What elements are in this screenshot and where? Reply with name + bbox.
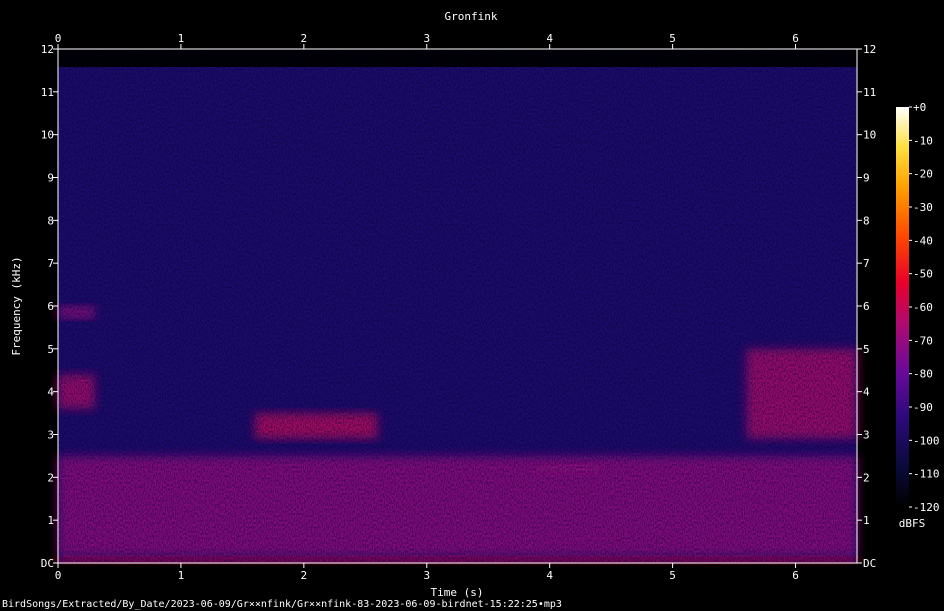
y-tick-label-right: 12 [863,43,876,56]
colorbar-ticks: +0 -10 -20 -30 -40 -50 -60 -70 -80 -90 -100 -110 -12… [909,101,940,514]
x-tick-label-top: 6 [792,32,799,45]
x-axis-label: Time (s) [431,586,484,599]
colorbar-tick-label: -100 [913,434,940,447]
colorbar-label: dBFS [899,517,926,530]
x-tick-label-top: 1 [178,32,185,45]
colorbar-tick-label: -80 [913,368,933,381]
y-tick-label-right: 5 [863,343,870,356]
x-tick-label: 0 [55,569,62,582]
y-tick-label: 7 [47,257,54,270]
plot-grain [58,49,857,563]
x-tick-label-top: 5 [669,32,676,45]
plot-area [57,48,858,564]
x-tick-label: 3 [423,569,430,582]
x-tick-label: 5 [669,569,676,582]
x-tick-label-top: 0 [55,32,62,45]
y-tick-label: 11 [41,86,54,99]
y-tick-label: 10 [41,129,54,142]
y-tick-label-right: 2 [863,471,870,484]
y-tick-label: DC [41,557,54,570]
x-tick-label: 2 [301,569,308,582]
file-path: BirdSongs/Extracted/By_Date/2023-06-09/G… [2,599,562,610]
y-axis-label: Frequency (kHz) [10,256,23,355]
y-tick-label-right: 10 [863,129,876,142]
colorbar-tick-label: -70 [913,334,933,347]
y-tick-label: 12 [41,43,54,56]
y-tick-label-right: 11 [863,86,876,99]
colorbar-tick-label: -50 [913,268,933,281]
y-tick-label: 5 [47,343,54,356]
x-tick-label-top: 4 [546,32,553,45]
chart-title: Gronfink [445,10,498,23]
x-tick-label-top: 2 [301,32,308,45]
y-tick-label-right: 8 [863,214,870,227]
y-tick-label-right: 7 [863,257,870,270]
colorbar-tick-label: -60 [913,301,933,314]
x-tick-label-top: 3 [423,32,430,45]
colorbar-tick-label: -20 [913,168,933,181]
y-tick-label: 6 [47,300,54,313]
y-tick-label: 2 [47,471,54,484]
colorbar-tick-label: +0 [913,101,926,114]
colorbar-tick-label: -120 [913,501,940,514]
y-tick-label-right: 9 [863,172,870,185]
y-tick-label-right: 6 [863,300,870,313]
y-tick-label: 9 [47,172,54,185]
spectrogram-figure: Gronfink 00112233445566 DC DC1 12 23 34 45 56 6… [2,10,940,610]
colorbar-tick-label: -90 [913,401,933,414]
colorbar: +0 -10 -20 -30 -40 -50 -60 -70 -80 -90 -100 -110 -12… [896,101,940,530]
y-tick-label: 8 [47,214,54,227]
x-tick-label: 6 [792,569,799,582]
y-tick-label: 3 [47,429,54,442]
y-tick-label: 1 [47,514,54,527]
colorbar-tick-label: -10 [913,134,933,147]
y-tick-label: 4 [47,386,54,399]
y-tick-label-right: 3 [863,429,870,442]
colorbar-gradient [896,107,909,507]
x-tick-label: 4 [546,569,553,582]
y-tick-label-right: 4 [863,386,870,399]
colorbar-tick-label: -40 [913,234,933,247]
y-tick-label-right: DC [863,557,876,570]
x-tick-label: 1 [178,569,185,582]
colorbar-tick-label: -110 [913,468,940,481]
y-tick-label-right: 1 [863,514,870,527]
colorbar-tick-label: -30 [913,201,933,214]
